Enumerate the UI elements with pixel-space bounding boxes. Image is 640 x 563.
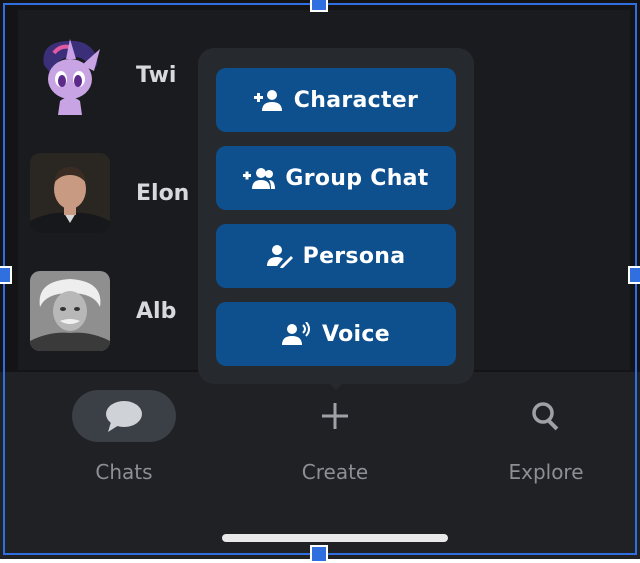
create-tab-icon-wrap [283,390,387,442]
chat-name: Elon [136,180,190,206]
group-add-icon [243,168,276,189]
einstein-portrait-avatar [30,271,110,351]
bottom-tab-bar: Chats Create Explore [0,372,640,559]
create-menu-popup: Character Group Chat Persona Voice [198,48,474,384]
person-edit-icon [266,245,293,268]
chats-tab-highlight [72,390,176,442]
app-screen: Twi Elon Alb Character Group Chat Person… [0,0,640,559]
popup-pointer [328,382,344,390]
home-indicator[interactable] [222,534,448,542]
man-portrait-avatar [30,153,110,233]
menu-item-label: Persona [302,243,406,269]
resize-handle-left[interactable] [0,266,12,284]
tab-label: Chats [95,460,153,484]
tab-create[interactable]: Create [265,390,405,490]
plus-icon [322,403,348,429]
chat-bubble-icon [106,401,142,432]
chat-name: Alb [136,298,177,324]
pony-avatar [30,35,110,115]
chat-name: Twi [136,62,177,88]
tab-label: Create [301,460,369,484]
create-group-chat-button[interactable]: Group Chat [216,146,456,210]
explore-tab-icon-wrap [494,390,598,442]
tab-explore[interactable]: Explore [476,390,616,490]
menu-item-label: Group Chat [285,165,429,191]
resize-handle-right[interactable] [628,266,640,284]
resize-handle-bottom[interactable] [310,545,328,563]
person-voice-icon [282,322,311,345]
tab-chats[interactable]: Chats [54,390,194,490]
create-persona-button[interactable]: Persona [216,224,456,288]
menu-item-label: Voice [322,321,390,347]
menu-item-label: Character [293,87,419,113]
person-add-icon [253,90,282,111]
resize-handle-top[interactable] [310,0,328,12]
tab-label: Explore [508,460,584,484]
search-icon [532,402,559,431]
create-voice-button[interactable]: Voice [216,302,456,366]
create-character-button[interactable]: Character [216,68,456,132]
